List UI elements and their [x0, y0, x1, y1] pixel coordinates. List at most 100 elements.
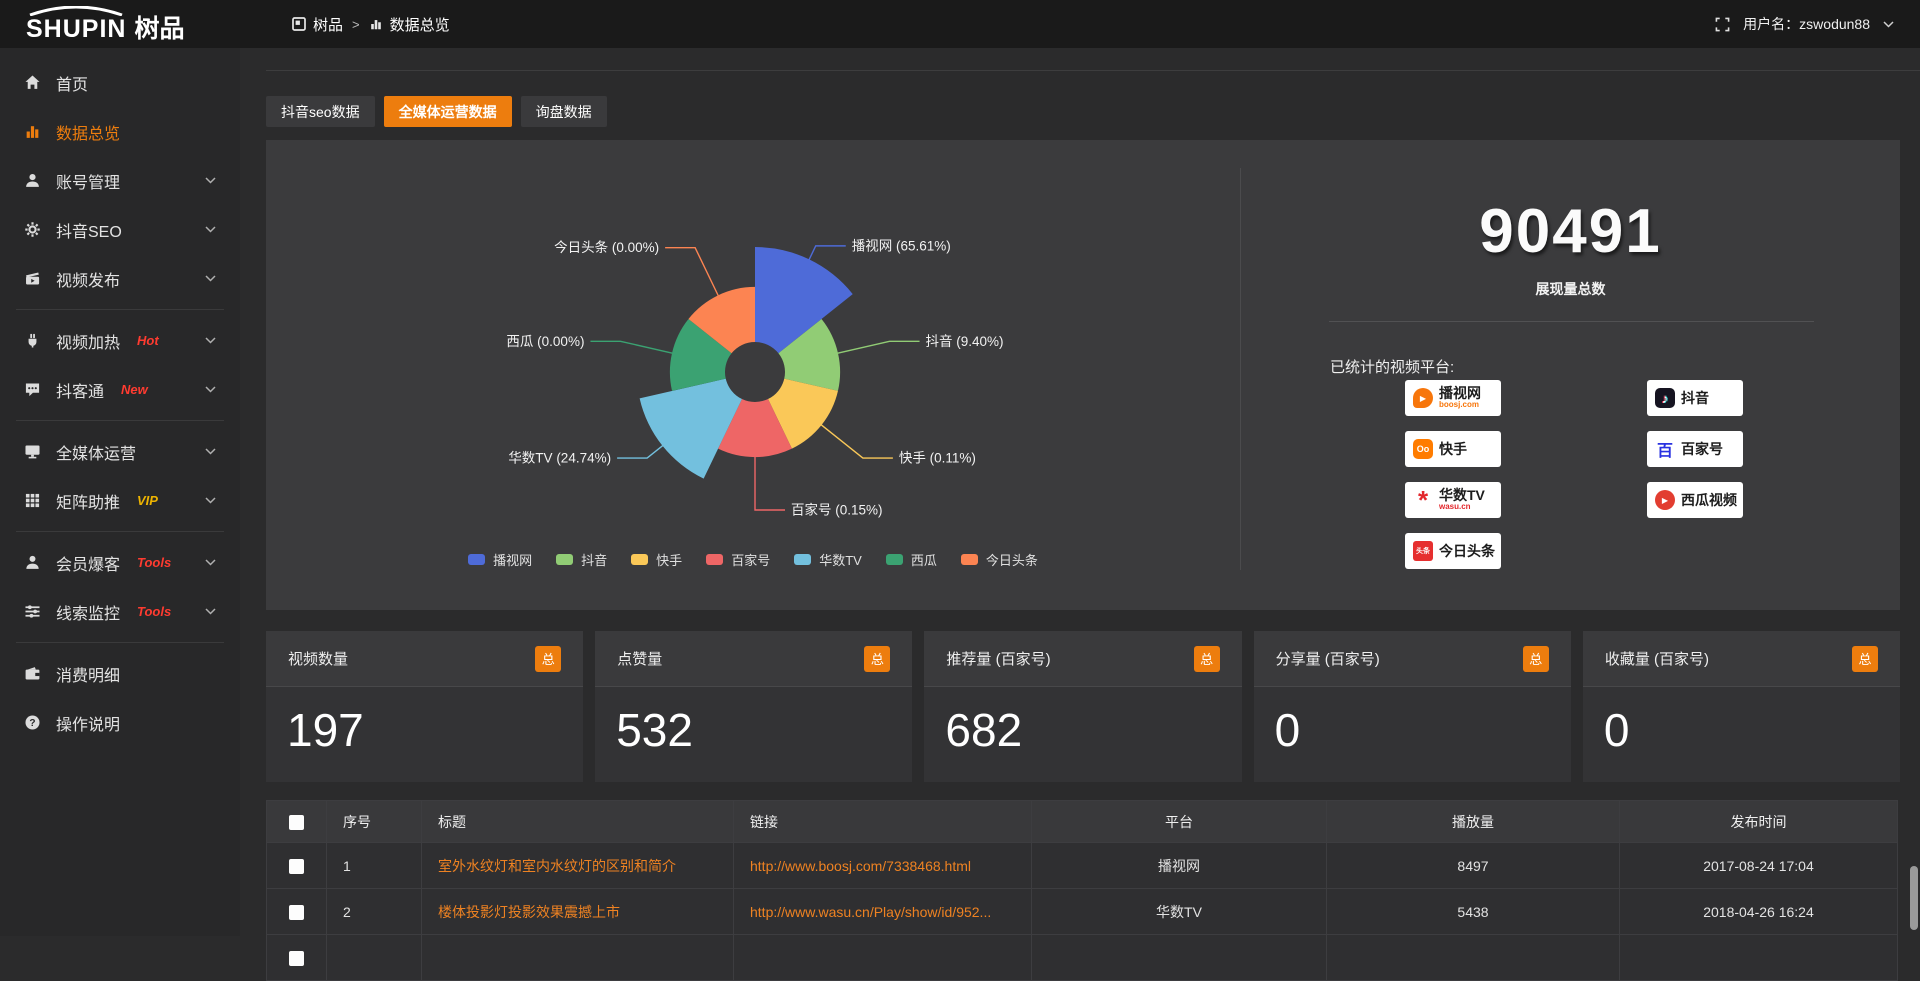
legend-item-抖音[interactable]: 抖音 [556, 550, 607, 569]
window-icon [292, 17, 306, 31]
select-all-checkbox[interactable] [289, 815, 304, 830]
platform-name: 播视网 [1439, 386, 1481, 401]
sidebar-item-label: 账号管理 [56, 169, 120, 193]
legend-item-百家号[interactable]: 百家号 [706, 550, 770, 569]
sidebar-item-12[interactable]: ?操作说明 [0, 698, 240, 747]
sidebar-item-9[interactable]: 会员爆客Tools [0, 538, 240, 587]
sidebar-item-2[interactable]: 账号管理 [0, 156, 240, 205]
breadcrumb-current[interactable]: 数据总览 [390, 14, 450, 35]
legend-item-播视网[interactable]: 播视网 [468, 550, 532, 569]
stat-card-1: 点赞量总532 [595, 631, 912, 782]
total-badge[interactable]: 总 [1852, 646, 1878, 672]
tab-1[interactable]: 全媒体运营数据 [384, 96, 512, 127]
platform-badge-华数TV: *华数TVwasu.cn [1405, 482, 1501, 518]
breadcrumb-separator: > [352, 17, 360, 32]
total-badge[interactable]: 总 [535, 646, 561, 672]
pie-label: 快手 (0.11%) [899, 451, 976, 466]
pie-label: 西瓜 (0.00%) [506, 334, 584, 349]
sidebar-divider [16, 531, 224, 532]
platform-share-chart: 播视网 (65.61%)抖音 (9.40%)快手 (0.11%)百家号 (0.1… [266, 140, 1240, 610]
svg-text:?: ? [29, 718, 35, 729]
table-row-0: 1室外水纹灯和室内水纹灯的区别和简介http://www.boosj.com/7… [267, 843, 1898, 889]
impressions-total: 90491 [1241, 196, 1900, 267]
cell-url-link[interactable]: http://www.boosj.com/7338468.html [750, 858, 971, 874]
sidebar-item-label: 抖客通 [56, 378, 104, 402]
sidebar-item-1[interactable]: 数据总览 [0, 107, 240, 156]
fullscreen-icon[interactable] [1715, 17, 1730, 32]
sidebar-item-label: 数据总览 [56, 120, 120, 144]
chart-legend: 播视网 抖音 快手 百家号 华数TV 西瓜 今日头条 [266, 550, 1240, 569]
platform-name: 抖音 [1681, 391, 1709, 406]
sidebar-item-7[interactable]: 全媒体运营 [0, 427, 240, 476]
sidebar-item-3[interactable]: 抖音SEO [0, 205, 240, 254]
sidebar-item-8[interactable]: 矩阵助推VIP [0, 476, 240, 525]
sidebar-item-badge: Tools [137, 604, 171, 619]
platform-badge-播视网: ▶播视网boosj.com [1405, 380, 1501, 416]
logo-wordmark: SHUPIN [26, 6, 126, 42]
legend-item-西瓜[interactable]: 西瓜 [886, 550, 937, 569]
member-icon [24, 554, 41, 571]
platform-name: 华数TV [1439, 488, 1485, 503]
user-icon [24, 172, 41, 189]
pie-label-line [836, 341, 920, 353]
legend-item-快手[interactable]: 快手 [631, 550, 682, 569]
stat-card-4: 收藏量 (百家号)总0 [1583, 631, 1900, 782]
tab-2[interactable]: 询盘数据 [521, 96, 607, 127]
chevron-down-icon [205, 275, 216, 282]
legend-swatch [886, 554, 903, 565]
pie-slice-华数TV[interactable] [640, 379, 742, 479]
impressions-summary: 90491 展现量总数 已统计的视频平台: ▶播视网boosj.comOo快手*… [1241, 140, 1900, 610]
sidebar-item-5[interactable]: 视频加热Hot [0, 316, 240, 365]
total-badge[interactable]: 总 [1523, 646, 1549, 672]
sidebar-item-6[interactable]: 抖客通New [0, 365, 240, 414]
legend-item-今日头条[interactable]: 今日头条 [961, 550, 1038, 569]
sidebar-item-4[interactable]: 视频发布 [0, 254, 240, 303]
cell-title-link[interactable]: 室外水纹灯和室内水纹灯的区别和简介 [438, 858, 676, 874]
tab-0[interactable]: 抖音seo数据 [266, 96, 375, 127]
breadcrumb-root[interactable]: 树品 [313, 14, 343, 35]
page-scrollbar-thumb[interactable] [1910, 866, 1918, 930]
row-checkbox[interactable] [289, 951, 304, 966]
bar-chart-icon [24, 123, 41, 140]
chevron-down-icon[interactable] [1883, 21, 1894, 28]
cell-url-link[interactable]: http://www.wasu.cn/Play/show/id/952... [750, 904, 991, 920]
home-icon [24, 74, 41, 91]
legend-swatch [706, 554, 723, 565]
topbar: SHUPIN 树品 树品 > 数据总览 用户名：zswodun88 [0, 0, 1920, 48]
stat-card-header: 点赞量总 [595, 631, 912, 687]
pie-label-line [665, 248, 719, 297]
data-tabs: 抖音seo数据全媒体运营数据询盘数据 [266, 96, 607, 127]
row-checkbox[interactable] [289, 859, 304, 874]
platform-badge-抖音: ♪抖音 [1647, 380, 1743, 416]
cell-platform: 播视网 [1032, 843, 1327, 889]
sidebar-item-0[interactable]: 首页 [0, 58, 240, 107]
username[interactable]: 用户名：zswodun88 [1743, 14, 1870, 34]
sidebar-item-label: 会员爆客 [56, 551, 120, 575]
platform-badge-西瓜视频: ▶西瓜视频 [1647, 482, 1743, 518]
summary-divider [1329, 321, 1814, 322]
cell-title-link[interactable]: 楼体投影灯投影效果震撼上市 [438, 904, 620, 920]
pie-label-line [755, 455, 785, 510]
bar-chart-icon [369, 17, 383, 31]
cell-seq [327, 935, 422, 981]
total-badge[interactable]: 总 [864, 646, 890, 672]
platforms-title: 已统计的视频平台: [1330, 356, 1454, 377]
pie-label: 今日头条 (0.00%) [554, 239, 659, 255]
sidebar-item-11[interactable]: 消费明细 [0, 649, 240, 698]
gear-icon [24, 221, 41, 238]
stat-card-0: 视频数量总197 [266, 631, 583, 782]
pie-label-line [820, 424, 893, 458]
stat-card-value: 0 [1583, 687, 1900, 757]
heat-plug-icon [24, 332, 41, 349]
total-badge[interactable]: 总 [1194, 646, 1220, 672]
grid-icon [24, 492, 41, 509]
sidebar-divider [16, 420, 224, 421]
platform-badge-今日头条: 头条今日头条 [1405, 533, 1501, 569]
pie-label-line [617, 445, 664, 458]
legend-swatch [556, 554, 573, 565]
stat-card-header: 收藏量 (百家号)总 [1583, 631, 1900, 687]
pie-label: 华数TV (24.74%) [508, 451, 611, 466]
sidebar-item-10[interactable]: 线索监控Tools [0, 587, 240, 636]
row-checkbox[interactable] [289, 905, 304, 920]
legend-item-华数TV[interactable]: 华数TV [794, 550, 862, 569]
